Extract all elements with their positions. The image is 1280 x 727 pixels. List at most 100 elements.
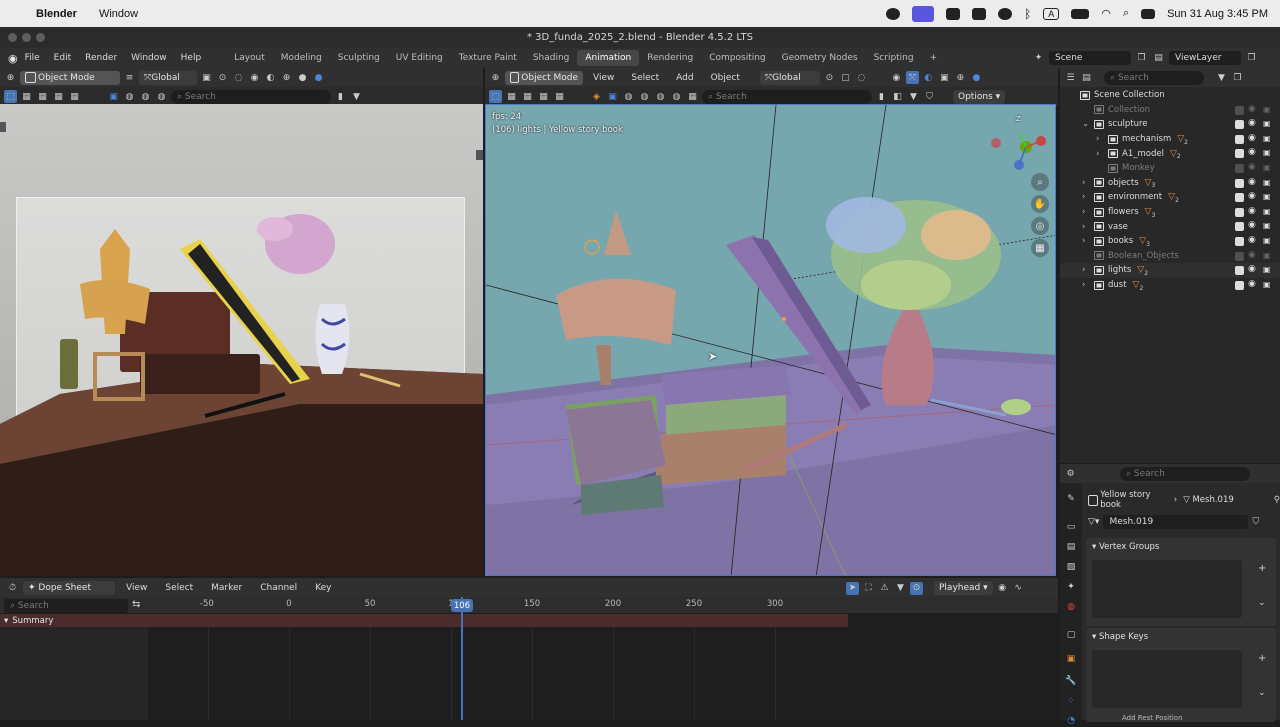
camera-icon[interactable]: ▣ xyxy=(1263,119,1271,128)
viewport-options-button[interactable]: Options ▾ xyxy=(953,89,1006,104)
minimize-window-button[interactable] xyxy=(22,33,31,42)
filter-material-icon[interactable]: ◍ xyxy=(123,90,136,103)
tab-layout[interactable]: Layout xyxy=(226,50,273,66)
shading-solid-icon[interactable]: ● xyxy=(296,71,309,84)
outliner-row[interactable]: ⌄ sculpture ◉ ▣ xyxy=(1060,117,1280,132)
dope-menu-key[interactable]: Key xyxy=(308,583,338,593)
output-tab-icon[interactable]: ▤ xyxy=(1065,541,1077,553)
exclude-checkbox[interactable] xyxy=(1235,120,1244,130)
modifier-tab-icon[interactable]: 🔧 xyxy=(1065,675,1077,687)
eye-icon[interactable]: ◉ xyxy=(1248,250,1256,260)
chevron-right-icon[interactable]: › xyxy=(1082,178,1094,188)
outliner-row[interactable]: Monkey ◉ ▣ xyxy=(1060,161,1280,176)
exclude-checkbox[interactable] xyxy=(1235,105,1244,115)
chevron-right-icon[interactable]: › xyxy=(1082,265,1094,275)
zoom-window-button[interactable] xyxy=(36,33,45,42)
outliner-new-collection-icon[interactable]: ❐ xyxy=(1231,71,1244,84)
viewport-gizmo-icon[interactable]: ⤧ xyxy=(905,71,919,84)
dope-menu-marker[interactable]: Marker xyxy=(204,583,249,593)
outliner-row[interactable]: Collection ◉ ▣ xyxy=(1060,103,1280,118)
tab-modeling[interactable]: Modeling xyxy=(273,50,330,66)
viewport-shading-wire-icon[interactable]: ⊕ xyxy=(954,71,967,84)
exclude-checkbox[interactable] xyxy=(1235,134,1244,144)
menu-help[interactable]: Help xyxy=(174,53,209,63)
viewport-menu-view[interactable]: View xyxy=(586,73,621,83)
viewport-bookmark-icon[interactable]: ▮ xyxy=(875,90,888,103)
dope-menu-channel[interactable]: Channel xyxy=(253,583,304,593)
viewport-filter-world-icon[interactable]: ◍ xyxy=(622,90,635,103)
tab-animation[interactable]: Animation xyxy=(577,50,640,66)
eye-icon[interactable]: ◉ xyxy=(1248,191,1256,201)
pivot-icon[interactable]: ▣ xyxy=(200,71,213,84)
auto-snap-icon[interactable]: ⊙ xyxy=(910,581,923,595)
camera-icon[interactable]: ▣ xyxy=(1263,192,1271,201)
battery-icon[interactable] xyxy=(1071,8,1090,19)
outliner-search-field[interactable]: ⌕ Search xyxy=(1104,70,1204,85)
viewport-editor-type-icon[interactable]: ⊕ xyxy=(489,71,502,84)
eye-icon[interactable]: ◉ xyxy=(1248,177,1256,187)
blender-logo-icon[interactable]: ◉ xyxy=(8,52,18,65)
viewport-search-field[interactable]: ⌕ Search xyxy=(702,89,872,104)
tool-tab-icon[interactable]: ✎ xyxy=(1065,493,1077,505)
viewport-filter-camera-icon[interactable]: ◍ xyxy=(654,90,667,103)
chevron-right-icon[interactable]: › xyxy=(1096,134,1108,144)
snap-icon[interactable]: ⊙ xyxy=(216,71,229,84)
collection-tab-icon[interactable]: ▢ xyxy=(1065,629,1077,641)
viewport-proportional-icon[interactable]: ◌ xyxy=(855,71,868,84)
eye-icon[interactable]: ◉ xyxy=(1248,147,1256,157)
add-workspace-button[interactable]: + xyxy=(922,50,946,66)
mesh-objects-icon[interactable]: ▽ xyxy=(1145,207,1152,217)
outliner-row[interactable]: › books ▽ 3 ◉ ▣ xyxy=(1060,234,1280,249)
camera-icon[interactable]: ▣ xyxy=(1263,148,1271,157)
tray-wallet-icon[interactable] xyxy=(946,7,961,20)
chevron-right-icon[interactable]: › xyxy=(1082,280,1094,290)
mesh-objects-icon[interactable]: ▽ xyxy=(1170,149,1177,159)
camera-icon[interactable]: ▣ xyxy=(1263,134,1271,143)
left-sidebar-toggle[interactable] xyxy=(476,150,483,160)
vertex-groups-list[interactable] xyxy=(1092,560,1242,618)
snap-to-selector[interactable]: Playhead ▾ xyxy=(934,581,993,595)
dope-menu-select[interactable]: Select xyxy=(158,583,200,593)
control-center-icon[interactable] xyxy=(1141,8,1156,19)
tab-uv-editing[interactable]: UV Editing xyxy=(388,50,451,66)
tray-app-icon[interactable] xyxy=(886,7,901,20)
exclude-checkbox[interactable] xyxy=(1235,266,1244,276)
viewport-menu-object[interactable]: Object xyxy=(704,73,747,83)
properties-editor-type-icon[interactable]: ⚙ xyxy=(1064,467,1077,480)
chevron-right-icon[interactable]: › xyxy=(1082,207,1094,217)
eye-icon[interactable]: ◉ xyxy=(1248,235,1256,245)
eye-icon[interactable]: ◉ xyxy=(1248,220,1256,230)
chevron-right-icon[interactable]: › xyxy=(1096,149,1108,159)
camera-icon[interactable]: ▣ xyxy=(1263,163,1271,172)
channel-region[interactable] xyxy=(0,614,148,720)
viewport-filter-icon[interactable]: ▼ xyxy=(907,90,920,103)
fake-user-shield-icon[interactable]: ⛉ xyxy=(1252,517,1259,527)
menu-file[interactable]: File xyxy=(18,53,47,63)
falloff-icon[interactable]: ∿ xyxy=(1012,582,1025,595)
filter-icon[interactable]: ▼ xyxy=(350,90,363,103)
chevron-right-icon[interactable]: › xyxy=(1082,236,1094,246)
scene-tab-icon[interactable]: ✦ xyxy=(1065,581,1077,593)
eye-icon[interactable]: ◉ xyxy=(1248,118,1256,128)
view-layer-selector[interactable]: ViewLayer xyxy=(1169,51,1241,65)
viewport-select-extend-icon[interactable]: ▦ xyxy=(521,90,534,103)
mesh-objects-icon[interactable]: ▽ xyxy=(1177,134,1184,144)
camera-icon[interactable]: ▣ xyxy=(1263,221,1271,230)
mesh-objects-icon[interactable]: ▽ xyxy=(1137,265,1144,275)
exclude-checkbox[interactable] xyxy=(1235,207,1244,217)
exclude-checkbox[interactable] xyxy=(1235,193,1244,203)
pan-hand-icon[interactable]: ✋ xyxy=(1031,195,1049,213)
outliner-row[interactable]: › environment ▽ 2 ◉ ▣ xyxy=(1060,190,1280,205)
dope-sheet[interactable]: ⏱ ✦ Dope Sheet View Select Marker Channe… xyxy=(0,578,1058,720)
viewport-select-tool-icon[interactable]: ⬚ xyxy=(489,90,502,103)
physics-tab-icon[interactable]: ◔ xyxy=(1065,715,1077,727)
outliner-row[interactable]: › flowers ▽ 3 ◉ ▣ xyxy=(1060,205,1280,220)
menu-window[interactable]: Window xyxy=(124,53,174,63)
viewport-filter-material-icon[interactable]: ▣ xyxy=(606,90,619,103)
shape-key-specials-icon[interactable]: ⌄ xyxy=(1258,688,1266,698)
properties-search-field[interactable]: ⌕ Search xyxy=(1120,466,1250,481)
select-mode-invert-icon[interactable]: ▦ xyxy=(68,90,81,103)
menubar-clock[interactable]: Sun 31 Aug 3:45 PM xyxy=(1167,8,1268,20)
dope-search-field[interactable]: ⌕ Search xyxy=(4,599,128,613)
outliner-row[interactable]: › vase ◉ ▣ xyxy=(1060,219,1280,234)
